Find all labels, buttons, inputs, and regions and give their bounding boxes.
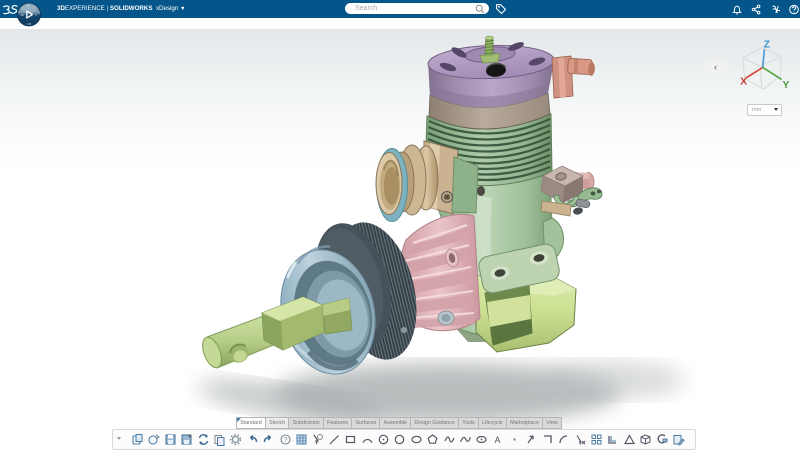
svg-text:X: X bbox=[740, 77, 747, 88]
svg-text:V.R: V.R bbox=[27, 22, 33, 26]
svg-text:?: ? bbox=[283, 437, 287, 444]
svg-text:V: V bbox=[35, 13, 37, 17]
svg-text:Z: Z bbox=[764, 40, 771, 51]
svg-text:Y: Y bbox=[783, 80, 790, 91]
svg-text:A: A bbox=[494, 435, 500, 445]
